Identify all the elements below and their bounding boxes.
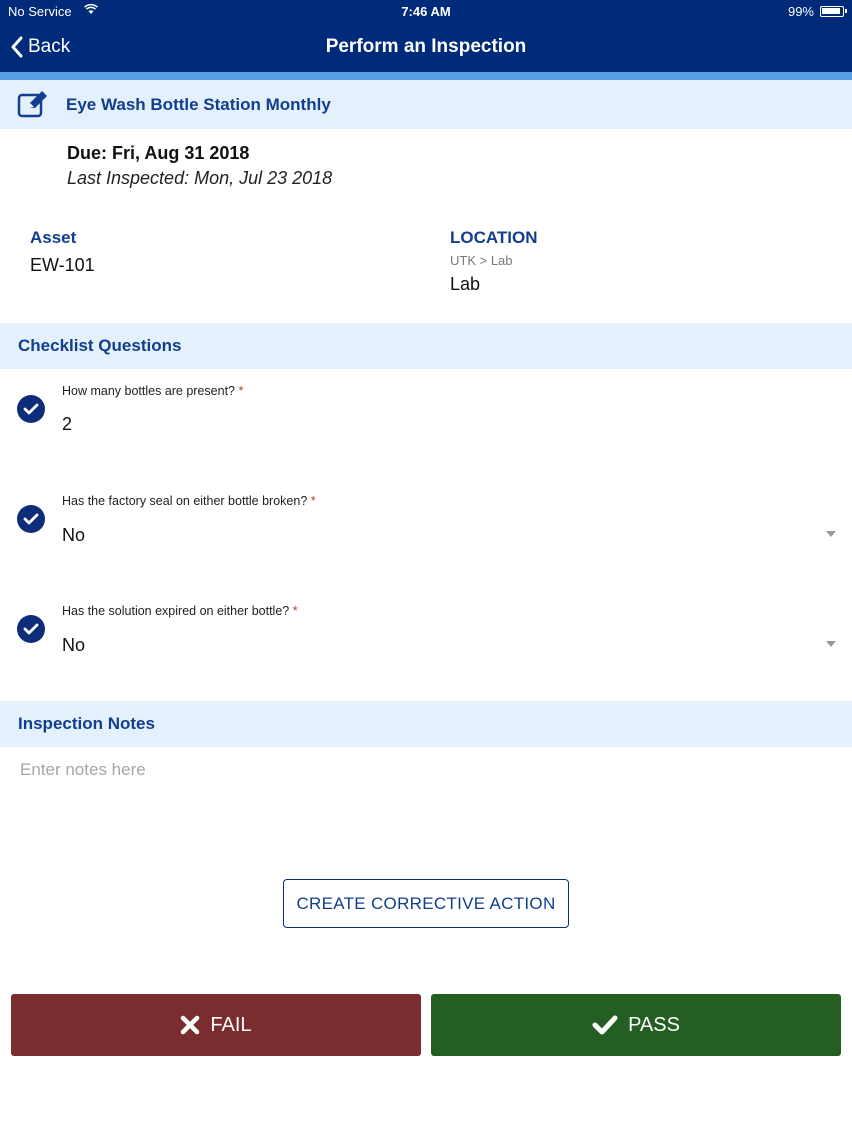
question-label: How many bottles are present? (62, 384, 236, 398)
checklist-question: How many bottles are present? * 2 (0, 370, 852, 470)
inspection-title: Eye Wash Bottle Station Monthly (66, 94, 331, 114)
notes-header: Inspection Notes (0, 701, 852, 747)
battery-percent: 99% (787, 4, 814, 19)
dropdown-caret-icon[interactable] (826, 531, 836, 537)
battery-icon (820, 6, 847, 17)
question-label: Has the solution expired on either bottl… (62, 604, 290, 618)
checklist-question: Has the solution expired on either bottl… (0, 590, 852, 690)
answer-select[interactable]: No (62, 635, 85, 656)
asset-label: Asset (30, 228, 77, 247)
required-marker: * (310, 494, 316, 508)
question-text: How many bottles are present? * (62, 384, 243, 398)
notes-title: Inspection Notes (18, 714, 155, 733)
location-path: UTK > Lab (450, 253, 513, 268)
last-inspected: Last Inspected: Mon, Jul 23 2018 (67, 168, 333, 188)
required-marker: * (238, 384, 244, 398)
edit-icon[interactable] (16, 90, 50, 120)
answer-input[interactable]: 2 (62, 414, 72, 435)
fail-label: FAIL (210, 1013, 252, 1036)
location-label: LOCATION (450, 228, 538, 247)
location-value: Lab (450, 274, 481, 294)
clock: 7:46 AM (401, 4, 451, 19)
question-label: Has the factory seal on either bottle br… (62, 494, 308, 508)
checkmark-icon (592, 1015, 618, 1035)
question-text: Has the factory seal on either bottle br… (62, 494, 316, 508)
top-bar: No Service 7:46 AM 99% Back Perform an I… (0, 0, 852, 72)
pass-button[interactable]: PASS (431, 994, 841, 1056)
check-circle-icon (17, 615, 45, 643)
close-icon (180, 1015, 200, 1035)
notes-input[interactable] (20, 760, 830, 850)
check-circle-icon (17, 395, 45, 423)
pass-label: PASS (628, 1013, 680, 1036)
asset-value: EW-101 (30, 255, 95, 275)
answer-select[interactable]: No (62, 525, 85, 546)
page-title: Perform an Inspection (325, 36, 527, 57)
checklist-header: Checklist Questions (0, 323, 852, 369)
required-marker: * (292, 604, 298, 618)
check-circle-icon (17, 505, 45, 533)
inspection-title-bar: Eye Wash Bottle Station Monthly (0, 80, 852, 129)
fail-button[interactable]: FAIL (11, 994, 421, 1056)
question-text: Has the solution expired on either bottl… (62, 604, 298, 618)
status-bar: No Service 7:46 AM 99% (0, 0, 852, 22)
create-corrective-action-button[interactable]: CREATE CORRECTIVE ACTION (283, 879, 569, 928)
checklist-title: Checklist Questions (18, 336, 182, 355)
checklist-question: Has the factory seal on either bottle br… (0, 480, 852, 580)
dropdown-caret-icon[interactable] (826, 641, 836, 647)
due-date: Due: Fri, Aug 31 2018 (67, 143, 250, 163)
inspection-screen: No Service 7:46 AM 99% Back Perform an I… (0, 0, 852, 1136)
accent-divider (0, 72, 852, 80)
